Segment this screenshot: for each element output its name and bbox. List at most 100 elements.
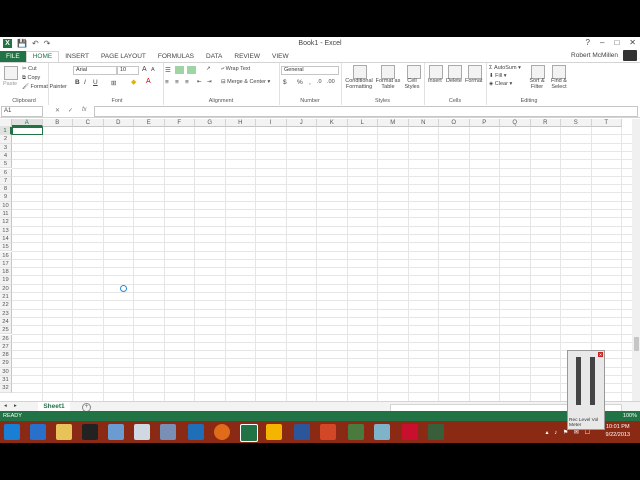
row-header[interactable]: 4 <box>0 151 12 161</box>
column-header[interactable]: E <box>134 119 165 127</box>
cell-styles-icon[interactable] <box>407 65 421 79</box>
column-header[interactable]: Q <box>500 119 531 127</box>
merge-center-button[interactable]: ⊟ Merge & Center ▾ <box>221 79 270 85</box>
row-header[interactable]: 27 <box>0 342 12 352</box>
close-button[interactable]: ✕ <box>629 38 636 47</box>
right-align-icon[interactable]: ≡ <box>185 79 189 86</box>
sort-filter-button[interactable]: Sort & Filter <box>526 78 548 90</box>
volume-meter-widget[interactable]: ✕ Rec Level Vol Meter <box>567 350 605 430</box>
insert-button[interactable]: Insert <box>428 78 442 84</box>
column-header[interactable]: I <box>256 119 287 127</box>
enter-icon[interactable]: ✓ <box>68 107 73 114</box>
notepad-icon[interactable] <box>134 424 150 440</box>
row-header[interactable]: 26 <box>0 334 12 343</box>
tab-home[interactable]: HOME <box>25 50 60 63</box>
font-name-select[interactable]: Arial <box>73 66 117 75</box>
row-header[interactable]: 28 <box>0 351 12 360</box>
italic-button[interactable]: I <box>84 79 86 86</box>
row-header[interactable]: 23 <box>0 309 12 318</box>
fill-button[interactable]: ⬇ Fill ▾ <box>489 73 506 79</box>
network-icon[interactable] <box>160 424 176 440</box>
bottom-align-icon[interactable] <box>187 66 196 74</box>
tab-review[interactable]: REVIEW <box>228 51 266 62</box>
row-header[interactable]: 14 <box>0 234 12 244</box>
format-cells-icon[interactable] <box>468 65 482 79</box>
office-icon[interactable] <box>266 424 282 440</box>
name-box[interactable]: A1 <box>1 106 43 117</box>
column-header[interactable]: L <box>347 119 378 127</box>
vertical-scroll-thumb[interactable] <box>634 337 639 351</box>
column-header[interactable]: D <box>103 119 134 127</box>
column-header[interactable]: J <box>286 119 317 127</box>
adobe-reader-icon[interactable] <box>402 424 418 440</box>
row-header[interactable]: 9 <box>0 193 12 202</box>
autosum-button[interactable]: Σ AutoSum ▾ <box>489 65 521 71</box>
row-header[interactable]: 24 <box>0 317 12 327</box>
close-icon[interactable]: ✕ <box>598 352 603 357</box>
row-header[interactable]: 25 <box>0 326 12 335</box>
conditional-formatting-button[interactable]: Conditional Formatting <box>343 78 375 90</box>
format-button[interactable]: Format <box>465 78 482 84</box>
column-header[interactable]: H <box>225 119 256 127</box>
currency-button[interactable]: $ <box>283 79 287 86</box>
middle-align-icon[interactable] <box>175 66 184 74</box>
center-align-icon[interactable]: ≡ <box>175 79 179 86</box>
file-explorer-icon[interactable] <box>56 424 72 440</box>
user-name[interactable]: Robert McMillen <box>571 52 618 59</box>
row-header[interactable]: 20 <box>0 284 12 293</box>
percent-button[interactable]: % <box>297 79 303 86</box>
conditional-formatting-icon[interactable] <box>353 65 367 79</box>
row-header[interactable]: 32 <box>0 384 12 393</box>
insert-cells-icon[interactable] <box>429 65 443 79</box>
shrink-font-button[interactable]: A <box>151 67 155 73</box>
column-header[interactable]: A <box>12 119 43 127</box>
excel-taskbar-icon[interactable] <box>240 424 258 442</box>
tab-view[interactable]: VIEW <box>266 51 295 62</box>
row-header[interactable]: 13 <box>0 226 12 235</box>
border-icon[interactable]: ⊞ <box>111 79 116 87</box>
increase-indent-icon[interactable]: ⇥ <box>207 79 212 85</box>
row-header[interactable]: 29 <box>0 359 12 368</box>
internet-explorer-icon[interactable] <box>30 424 46 440</box>
row-header[interactable]: 3 <box>0 143 12 152</box>
app-icon[interactable] <box>374 424 390 440</box>
row-header[interactable]: 5 <box>0 160 12 169</box>
volume-bar[interactable] <box>590 357 595 405</box>
format-as-table-icon[interactable] <box>381 65 395 79</box>
app-icon[interactable] <box>428 424 444 440</box>
zoom-level[interactable]: 100% <box>623 411 637 421</box>
row-header[interactable]: 2 <box>0 135 12 144</box>
clock[interactable]: 10:01 PM 9/22/2013 <box>606 423 630 439</box>
tab-page-layout[interactable]: PAGE LAYOUT <box>95 51 152 62</box>
orientation-icon[interactable]: ↗ <box>206 66 211 72</box>
prev-sheet-icon[interactable]: ◂ <box>4 403 7 409</box>
minimize-button[interactable]: – <box>600 38 604 47</box>
column-header[interactable]: P <box>469 119 500 127</box>
row-header[interactable]: 22 <box>0 301 12 310</box>
firefox-icon[interactable] <box>214 424 230 440</box>
cell-styles-button[interactable]: Cell Styles <box>403 78 421 90</box>
tab-insert[interactable]: INSERT <box>59 51 95 62</box>
comma-button[interactable]: , <box>309 79 311 86</box>
insert-function-icon[interactable]: fx <box>82 107 87 113</box>
column-header[interactable]: B <box>42 119 73 127</box>
column-header[interactable]: O <box>439 119 470 127</box>
tab-data[interactable]: DATA <box>200 51 228 62</box>
font-size-select[interactable]: 10 <box>117 66 139 75</box>
column-header[interactable]: C <box>73 119 104 127</box>
top-align-icon[interactable]: ☰ <box>165 66 171 74</box>
row-header[interactable]: 7 <box>0 176 12 186</box>
paste-button[interactable]: Paste <box>3 81 17 87</box>
system-tray[interactable]: ▴ ♪ ⚑ ✉ ☐ <box>546 429 592 436</box>
word-icon[interactable] <box>294 424 310 440</box>
fill-color-icon[interactable]: ◆ <box>131 78 136 86</box>
column-header[interactable]: M <box>378 119 409 127</box>
increase-decimal-icon[interactable]: .0 <box>317 79 322 85</box>
delete-cells-icon[interactable] <box>448 65 462 79</box>
row-header[interactable]: 21 <box>0 293 12 302</box>
row-header[interactable]: 18 <box>0 268 12 277</box>
row-header[interactable]: 1 <box>0 127 12 136</box>
row-header[interactable]: 12 <box>0 218 12 227</box>
column-header[interactable]: F <box>164 119 195 127</box>
active-cell-a1[interactable] <box>12 127 43 136</box>
